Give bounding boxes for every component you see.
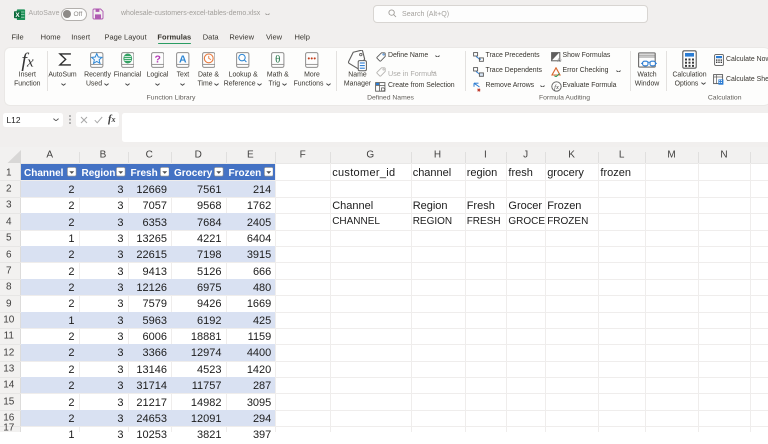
svg-text:fx: fx [557, 57, 562, 62]
svg-text:?: ? [154, 53, 160, 65]
svg-text:X: X [15, 12, 20, 19]
svg-text:fx: fx [554, 84, 559, 91]
svg-text:θ: θ [275, 53, 280, 65]
svg-text:A: A [179, 53, 187, 65]
